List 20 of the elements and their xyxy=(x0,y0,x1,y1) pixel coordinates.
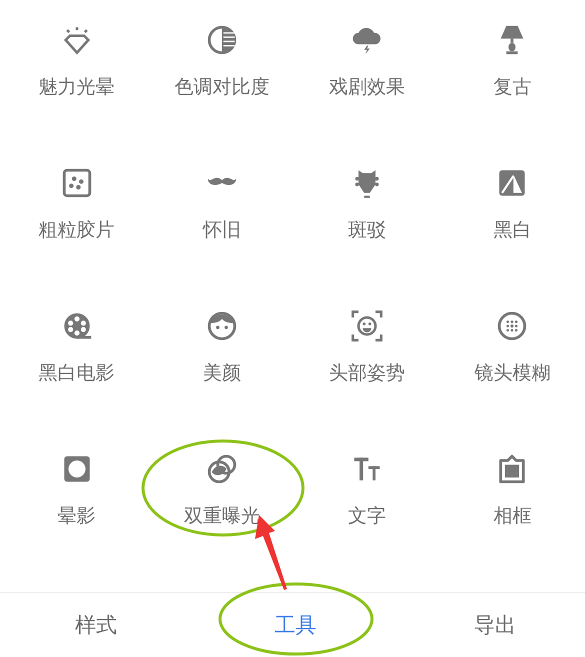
tool-label[interactable]: 双重曝光 xyxy=(184,504,260,528)
tool-label[interactable]: 复古 xyxy=(493,75,532,99)
tool-label[interactable]: 黑白 xyxy=(493,218,532,242)
tool-label[interactable]: 斑驳 xyxy=(348,218,386,242)
tool-label[interactable]: 魅力光晕 xyxy=(38,75,115,99)
tool-label[interactable]: 晕影 xyxy=(58,504,96,528)
tool-label[interactable]: 相框 xyxy=(493,504,532,528)
tool-label[interactable]: 色调对比度 xyxy=(174,75,270,99)
tool-label[interactable]: 粗粒胶片 xyxy=(38,218,115,242)
tool-label[interactable]: 镜头模糊 xyxy=(474,361,550,385)
tool-label[interactable]: 美颜 xyxy=(202,361,241,385)
nav-tab[interactable]: 工具 xyxy=(246,605,346,645)
nav-tab[interactable]: 样式 xyxy=(46,605,146,645)
tool-label[interactable]: 头部姿势 xyxy=(329,361,406,385)
nav-tab[interactable]: 导出 xyxy=(445,605,545,645)
tool-label[interactable]: 文字 xyxy=(348,504,386,528)
tool-label[interactable]: 黑白电影 xyxy=(38,361,115,385)
tool-label[interactable]: 戏剧效果 xyxy=(329,75,406,99)
tool-label[interactable]: 怀旧 xyxy=(202,218,241,242)
face-frame-icon[interactable] xyxy=(350,309,384,343)
